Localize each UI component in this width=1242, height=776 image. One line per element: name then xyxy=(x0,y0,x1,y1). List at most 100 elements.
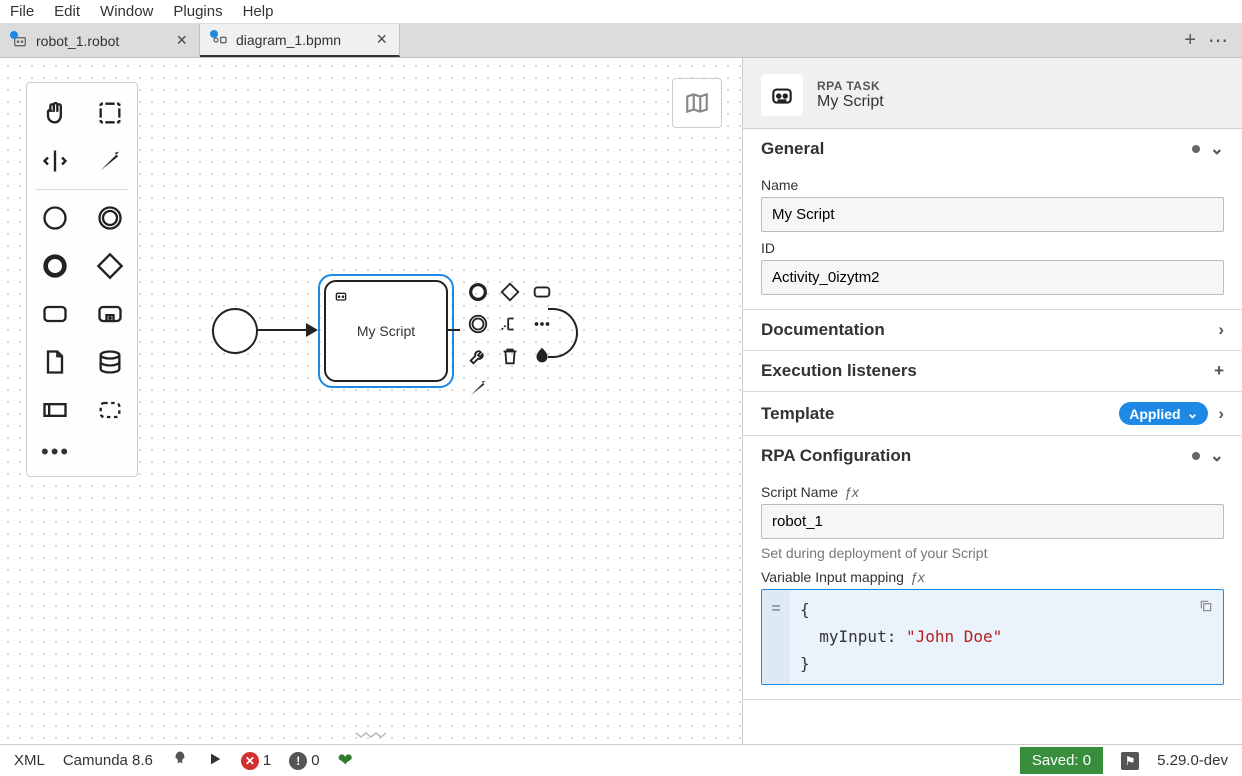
section-title: Template xyxy=(761,404,834,424)
bpmn-file-icon xyxy=(212,32,228,48)
chevron-down-icon: ⌄ xyxy=(1210,139,1224,159)
deploy-button[interactable] xyxy=(171,750,189,772)
participant-tool[interactable] xyxy=(27,386,82,434)
tab-diagram[interactable]: diagram_1.bpmn × xyxy=(200,24,400,57)
xml-toggle[interactable]: XML xyxy=(14,752,45,769)
element-title: My Script xyxy=(817,93,884,111)
outgoing-connector[interactable] xyxy=(448,329,460,331)
properties-header: RPA TASK My Script xyxy=(743,58,1242,129)
modified-indicator-icon xyxy=(1192,145,1200,153)
change-type-wrench[interactable] xyxy=(464,342,492,370)
minimap-toggle[interactable] xyxy=(672,78,722,128)
chevron-right-icon: › xyxy=(1218,404,1224,424)
section-general: General ⌄ Name ID xyxy=(743,129,1242,310)
tab-menu-button[interactable]: ⋯ xyxy=(1208,28,1228,53)
menu-plugins[interactable]: Plugins xyxy=(173,3,222,20)
script-name-input[interactable] xyxy=(761,504,1224,539)
code-content[interactable]: { myInput: "John Doe" } xyxy=(790,590,1223,684)
annotate[interactable] xyxy=(496,310,524,338)
intermediate-event-tool[interactable] xyxy=(82,194,137,242)
section-title: General xyxy=(761,139,824,159)
append-gateway[interactable] xyxy=(496,278,524,306)
tab-label: diagram_1.bpmn xyxy=(236,32,341,48)
element-type-icon xyxy=(761,74,803,116)
flag-icon[interactable]: ⚑ xyxy=(1121,752,1139,770)
problems-warnings[interactable]: !0 xyxy=(289,752,319,770)
menu-file[interactable]: File xyxy=(10,3,34,20)
element-type-label: RPA TASK xyxy=(817,79,884,93)
name-input[interactable] xyxy=(761,197,1224,232)
section-execution-listeners-header[interactable]: Execution listeners + xyxy=(743,351,1242,391)
rocket-icon xyxy=(171,750,189,768)
play-button[interactable] xyxy=(207,751,223,771)
end-event-tool[interactable] xyxy=(27,242,82,290)
append-end-event[interactable] xyxy=(464,278,492,306)
add-listener-button[interactable]: + xyxy=(1214,361,1224,381)
tool-palette: ••• xyxy=(26,82,138,477)
menu-help[interactable]: Help xyxy=(243,3,274,20)
robot-icon xyxy=(769,82,795,108)
space-tool[interactable] xyxy=(27,137,82,185)
data-store-tool[interactable] xyxy=(82,338,137,386)
modified-indicator-icon xyxy=(1192,452,1200,460)
robot-icon xyxy=(332,288,350,304)
new-tab-button[interactable]: + xyxy=(1184,29,1196,52)
hand-tool[interactable] xyxy=(27,89,82,137)
menu-window[interactable]: Window xyxy=(100,3,153,20)
data-object-tool[interactable] xyxy=(27,338,82,386)
close-icon[interactable]: × xyxy=(176,30,187,51)
diagram-canvas[interactable]: ••• My Script xyxy=(0,58,742,744)
play-icon xyxy=(207,751,223,767)
menu-bar: File Edit Window Plugins Help xyxy=(0,0,1242,24)
variable-input-editor[interactable]: = { myInput: "John Doe" } xyxy=(761,589,1224,685)
feedback-button[interactable]: ❤ xyxy=(338,750,353,771)
section-template-header[interactable]: Template Applied › xyxy=(743,392,1242,435)
lasso-tool[interactable] xyxy=(82,89,137,137)
section-rpa-header[interactable]: RPA Configuration ⌄ xyxy=(743,436,1242,476)
section-general-header[interactable]: General ⌄ xyxy=(743,129,1242,169)
palette-more-button[interactable]: ••• xyxy=(27,434,137,470)
task-label: My Script xyxy=(357,323,415,339)
tab-label: robot_1.robot xyxy=(36,33,119,49)
problems-errors[interactable]: ✕1 xyxy=(241,752,271,770)
fx-icon: ƒx xyxy=(910,569,925,585)
section-documentation-header[interactable]: Documentation › xyxy=(743,310,1242,350)
id-label: ID xyxy=(761,240,1224,256)
script-name-help: Set during deployment of your Script xyxy=(761,545,1224,561)
section-title: Execution listeners xyxy=(761,361,917,381)
chevron-down-icon: ⌄ xyxy=(1210,446,1224,466)
chevron-right-icon: › xyxy=(1218,320,1224,340)
expression-indicator: = xyxy=(762,590,790,684)
rpa-task[interactable]: My Script xyxy=(324,280,448,382)
append-task[interactable] xyxy=(528,278,556,306)
delete-trash[interactable] xyxy=(496,342,524,370)
status-bar: XML Camunda 8.6 ✕1 !0 ❤ Saved: 0 ⚑ 5.29.… xyxy=(0,744,1242,776)
template-applied-badge[interactable]: Applied xyxy=(1119,402,1208,425)
tab-robot[interactable]: robot_1.robot × xyxy=(0,24,200,57)
task-tool[interactable] xyxy=(27,290,82,338)
popout-icon[interactable] xyxy=(1199,596,1215,612)
start-event-tool[interactable] xyxy=(27,194,82,242)
subprocess-tool[interactable] xyxy=(82,290,137,338)
fx-icon: ƒx xyxy=(844,484,859,500)
properties-panel: RPA TASK My Script General ⌄ Name ID Doc… xyxy=(742,58,1242,744)
tab-strip: robot_1.robot × diagram_1.bpmn × + ⋯ xyxy=(0,24,1242,58)
connect-tool[interactable] xyxy=(82,137,137,185)
gateway-tool[interactable] xyxy=(82,242,137,290)
append-intermediate-event[interactable] xyxy=(464,310,492,338)
var-input-label: Variable Input mapping ƒx xyxy=(761,569,1224,585)
menu-edit[interactable]: Edit xyxy=(54,3,80,20)
group-tool[interactable] xyxy=(82,386,137,434)
saved-badge: Saved: 0 xyxy=(1020,747,1103,774)
sequence-flow[interactable] xyxy=(258,329,316,331)
panel-resize-handle[interactable] xyxy=(341,730,401,740)
id-input[interactable] xyxy=(761,260,1224,295)
platform-label[interactable]: Camunda 8.6 xyxy=(63,752,153,769)
section-title: RPA Configuration xyxy=(761,446,911,466)
name-label: Name xyxy=(761,177,1224,193)
close-icon[interactable]: × xyxy=(376,29,387,50)
start-event[interactable] xyxy=(212,308,258,354)
empty-slot xyxy=(560,278,588,306)
connect-arrow[interactable] xyxy=(464,374,492,402)
section-title: Documentation xyxy=(761,320,885,340)
